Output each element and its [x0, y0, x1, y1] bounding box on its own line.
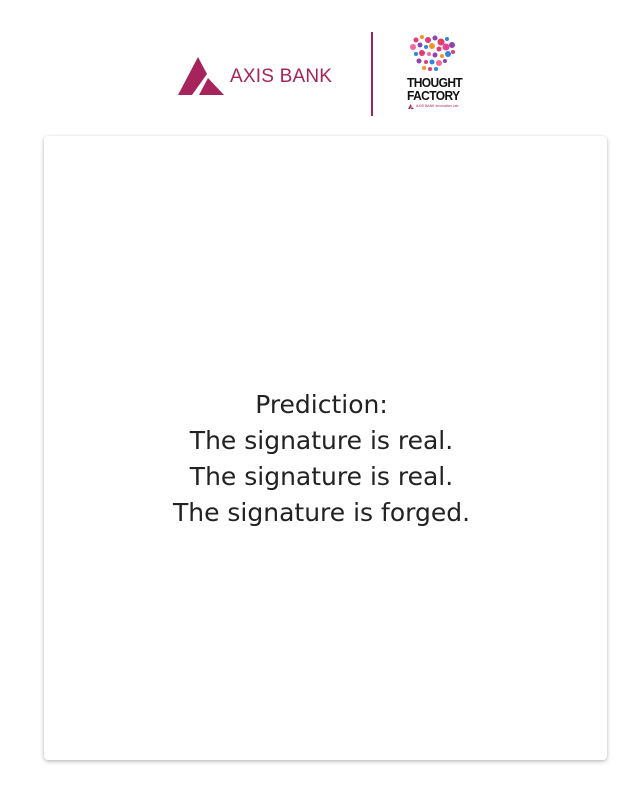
axis-bank-logo: AXIS BANK — [178, 55, 332, 97]
thought-factory-line2: FACTORY — [407, 87, 460, 104]
thought-factory-subtitle-text: AXIS BANK Innovation Lab — [416, 104, 459, 108]
axis-mini-logo-icon — [408, 104, 414, 109]
header: AXIS BANK THOUGHT FACTORY AXIS BANK Inno… — [0, 0, 633, 128]
prediction-line: The signature is real. — [189, 426, 454, 455]
prediction-heading: Prediction: — [255, 390, 388, 419]
prediction-line: The signature is forged. — [172, 498, 471, 527]
prediction-output: Prediction: The signature is real. The s… — [0, 387, 633, 531]
thought-bubble-icon — [410, 35, 455, 71]
thought-factory-subtitle: AXIS BANK Innovation Lab — [408, 104, 458, 109]
axis-bank-logo-icon — [178, 57, 224, 95]
axis-bank-logo-text: AXIS BANK — [230, 65, 333, 87]
thought-factory-logo: THOUGHT FACTORY AXIS BANK Innovation Lab — [405, 34, 469, 116]
logo-divider — [371, 32, 373, 116]
prediction-line: The signature is real. — [189, 462, 454, 491]
